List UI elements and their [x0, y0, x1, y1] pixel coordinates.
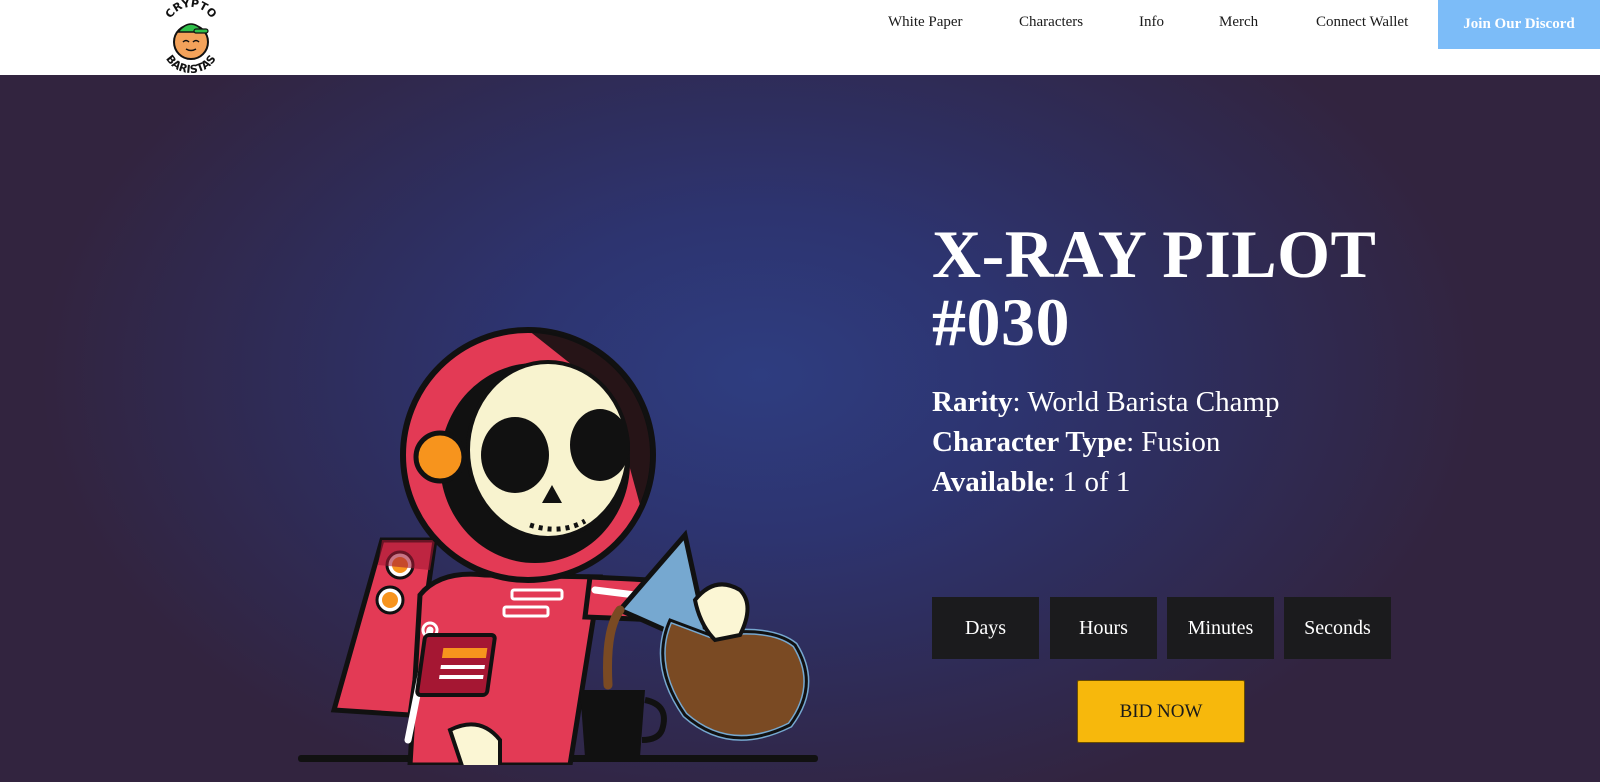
- join-discord-button[interactable]: Join Our Discord: [1438, 0, 1600, 49]
- nav-connect-wallet[interactable]: Connect Wallet: [1316, 14, 1408, 31]
- nav-info[interactable]: Info: [1139, 14, 1164, 31]
- character-details: Rarity: World Barista Champ Character Ty…: [932, 382, 1552, 502]
- title-line-2: #030: [932, 284, 1070, 360]
- countdown-days: Days: [932, 597, 1039, 659]
- available-value: : 1 of 1: [1047, 466, 1131, 498]
- svg-text:CRYPTO: CRYPTO: [163, 0, 219, 21]
- character-type-label: Character Type: [932, 426, 1127, 458]
- auction-countdown: Days Hours Minutes Seconds: [932, 597, 1392, 659]
- available-line: Available: 1 of 1: [932, 462, 1552, 502]
- character-info-panel: X-RAY PILOT #030 Rarity: World Barista C…: [932, 220, 1552, 743]
- bid-now-button[interactable]: BID NOW: [1077, 680, 1245, 743]
- character-title: X-RAY PILOT #030: [932, 220, 1552, 356]
- countdown-minutes: Minutes: [1167, 597, 1274, 659]
- top-navbar: CRYPTO BARISTAS White Paper Characters I…: [0, 0, 1600, 75]
- crypto-baristas-logo[interactable]: CRYPTO BARISTAS: [156, 0, 226, 74]
- nav-merch[interactable]: Merch: [1219, 14, 1258, 31]
- character-type-value: : Fusion: [1126, 426, 1221, 458]
- xray-pilot-character-illustration: [298, 327, 818, 765]
- title-line-1: X-RAY PILOT: [932, 216, 1377, 292]
- character-type-line: Character Type: Fusion: [932, 422, 1552, 462]
- rarity-line: Rarity: World Barista Champ: [932, 382, 1552, 422]
- nav-characters[interactable]: Characters: [1019, 14, 1083, 31]
- countdown-hours: Hours: [1050, 597, 1157, 659]
- countdown-seconds: Seconds: [1284, 597, 1391, 659]
- rarity-label: Rarity: [932, 386, 1013, 418]
- nav-white-paper[interactable]: White Paper: [888, 14, 963, 31]
- hero-section: X-RAY PILOT #030 Rarity: World Barista C…: [0, 75, 1600, 782]
- available-label: Available: [932, 466, 1048, 498]
- rarity-value: : World Barista Champ: [1012, 386, 1280, 418]
